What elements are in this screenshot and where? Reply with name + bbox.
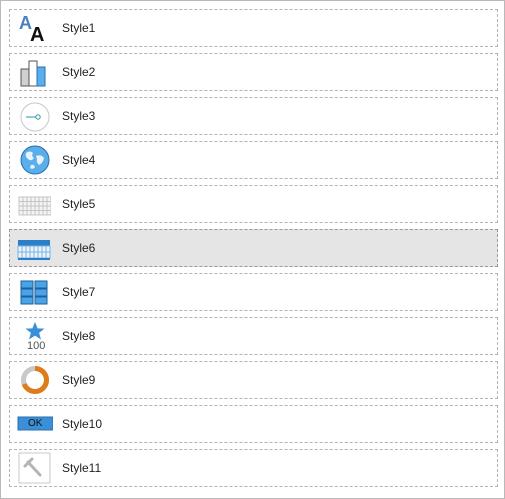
style-item-5[interactable]: Style5	[9, 185, 498, 223]
style-item-label: Style9	[62, 373, 96, 387]
style-item-label: Style2	[62, 65, 96, 79]
style-item-9[interactable]: Style9	[9, 361, 498, 399]
style-item-8[interactable]: 100 Style8	[9, 317, 498, 355]
style-item-6[interactable]: Style6	[9, 229, 498, 267]
style-item-label: Style5	[62, 197, 96, 211]
style-item-label: Style3	[62, 109, 96, 123]
style-item-10[interactable]: OK Style10	[9, 405, 498, 443]
style-item-label: Style4	[62, 153, 96, 167]
bar-chart-icon	[17, 56, 51, 88]
text-size-icon: A A	[17, 12, 51, 44]
style-picker-panel: A A Style1 Style2 Style3 Style4 Style5 S…	[0, 0, 505, 499]
style-item-7[interactable]: Style7	[9, 273, 498, 311]
style-item-label: Style7	[62, 285, 96, 299]
kpi-value: 100	[27, 340, 46, 352]
grid-table-icon	[17, 188, 51, 220]
style-item-label: Style8	[62, 329, 96, 343]
style-item-label: Style6	[62, 241, 96, 255]
hammer-icon	[17, 452, 51, 484]
style-item-label: Style11	[62, 461, 102, 475]
style-item-4[interactable]: Style4	[9, 141, 498, 179]
tile-grid-icon	[17, 276, 51, 308]
donut-icon	[17, 364, 51, 396]
style-item-label: Style10	[62, 417, 103, 431]
style-item-1[interactable]: A A Style1	[9, 9, 498, 47]
star-kpi-icon: 100	[17, 320, 51, 352]
gauge-icon	[17, 100, 51, 132]
style-item-2[interactable]: Style2	[9, 53, 498, 91]
style-list: A A Style1 Style2 Style3 Style4 Style5 S…	[9, 9, 498, 487]
button-icon: OK	[17, 408, 53, 440]
calendar-table-icon	[17, 232, 51, 264]
globe-icon	[17, 144, 51, 176]
style-item-3[interactable]: Style3	[9, 97, 498, 135]
button-icon-text: OK	[28, 418, 43, 429]
style-item-label: Style1	[62, 21, 96, 35]
svg-text:A: A	[30, 24, 44, 44]
style-item-11[interactable]: Style11	[9, 449, 498, 487]
